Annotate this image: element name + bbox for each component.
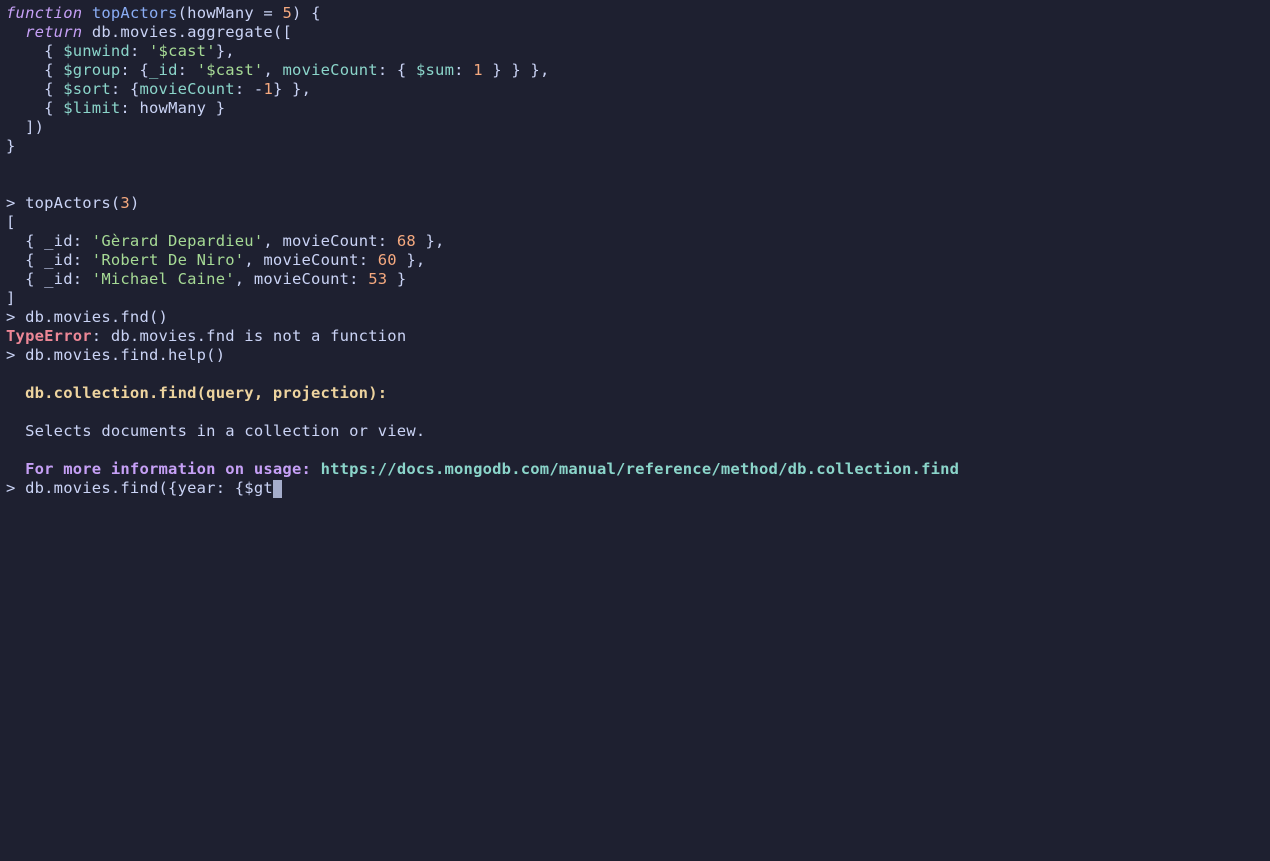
actor-name: 'Robert De Niro' bbox=[92, 251, 245, 269]
terminal-output[interactable]: function topActors(howMany = 5) { return… bbox=[6, 4, 1264, 498]
result-open: [ bbox=[6, 213, 16, 231]
error-label: TypeError bbox=[6, 327, 92, 345]
keyword-function: function bbox=[6, 4, 82, 22]
default-value: 5 bbox=[283, 4, 293, 22]
op-group: $group bbox=[63, 61, 120, 79]
cursor-icon bbox=[273, 480, 282, 498]
op-unwind: $unwind bbox=[63, 42, 130, 60]
call-topactors: topActors( bbox=[25, 194, 120, 212]
movie-count: 53 bbox=[368, 270, 387, 288]
error-message: : db.movies.fnd is not a function bbox=[92, 327, 407, 345]
prompt: > bbox=[6, 346, 25, 364]
help-url[interactable]: https://docs.mongodb.com/manual/referenc… bbox=[321, 460, 960, 478]
param: howMany bbox=[187, 4, 254, 22]
actor-name: 'Gèrard Depardieu' bbox=[92, 232, 264, 250]
prompt: > bbox=[6, 479, 25, 497]
current-input[interactable]: db.movies.find({year: {$gt bbox=[25, 479, 273, 497]
op-limit: $limit bbox=[63, 99, 120, 117]
help-more-label: For more information on usage: bbox=[6, 460, 321, 478]
prompt: > bbox=[6, 194, 25, 212]
cmd-fnd: db.movies.fnd() bbox=[25, 308, 168, 326]
cmd-help: db.movies.find.help() bbox=[25, 346, 225, 364]
function-name: topActors bbox=[92, 4, 178, 22]
result-close: ] bbox=[6, 289, 16, 307]
movie-count: 68 bbox=[397, 232, 416, 250]
keyword-return: return bbox=[25, 23, 82, 41]
actor-name: 'Michael Caine' bbox=[92, 270, 235, 288]
help-heading: db.collection.find(query, projection): bbox=[6, 384, 387, 402]
movie-count: 60 bbox=[378, 251, 397, 269]
help-description: Selects documents in a collection or vie… bbox=[6, 422, 425, 440]
prompt: > bbox=[6, 308, 25, 326]
op-sort: $sort bbox=[63, 80, 111, 98]
